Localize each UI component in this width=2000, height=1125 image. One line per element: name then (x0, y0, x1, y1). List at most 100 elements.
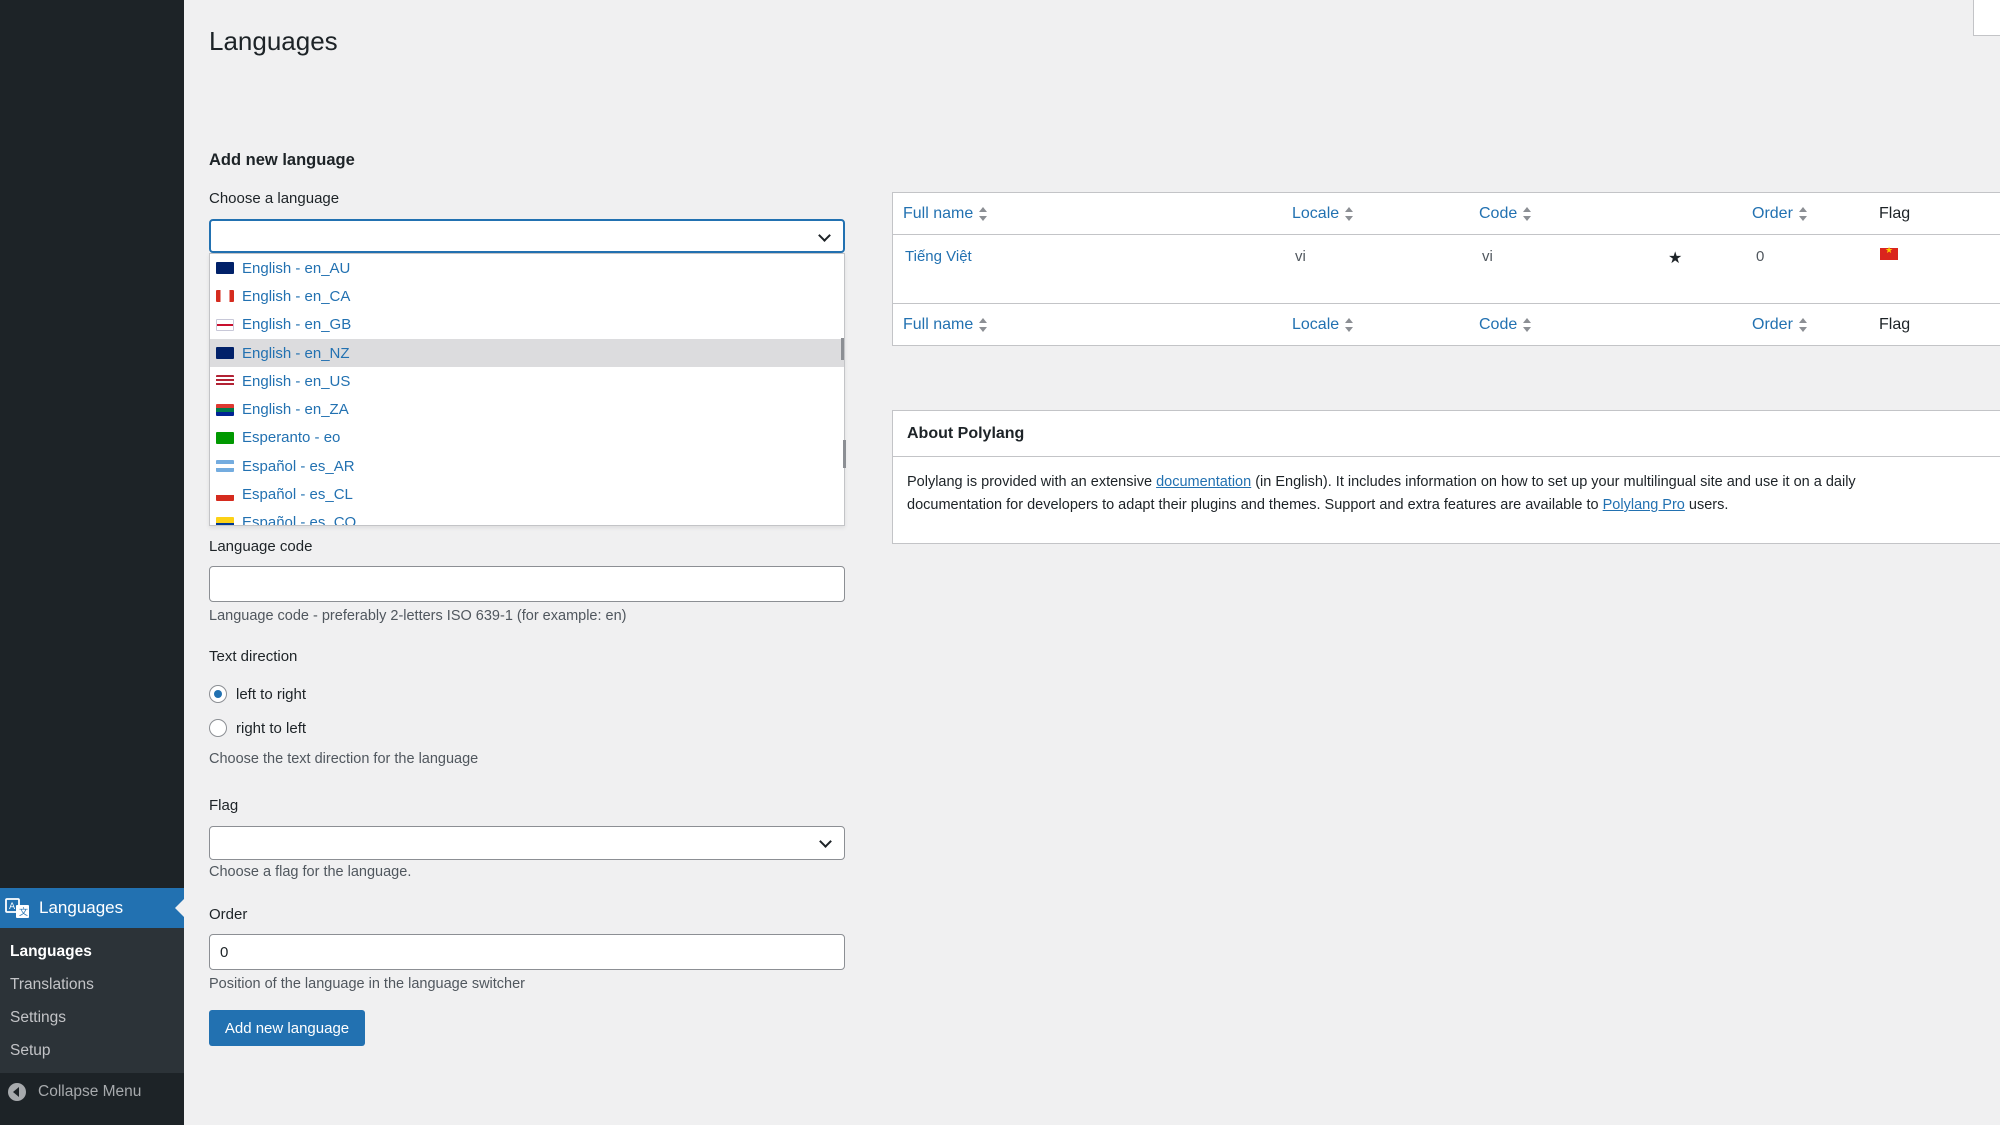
about-text: (in English). It includes information on… (1251, 474, 1856, 490)
about-text: Polylang is provided with an extensive (907, 474, 1157, 490)
submenu-translations[interactable]: Translations (10, 976, 94, 994)
flag-nz-icon (216, 347, 234, 360)
dropdown-option[interactable]: English - en_ZA (210, 395, 844, 423)
page-title: Languages (209, 26, 338, 56)
row-full-name-link[interactable]: Tiếng Việt (905, 248, 972, 265)
col-full-name[interactable]: Full name (903, 205, 988, 223)
option-label: Español - es_CO (242, 514, 357, 526)
flag-co-icon (216, 516, 234, 525)
flag-ca-icon (216, 290, 234, 303)
submenu-setup[interactable]: Setup (10, 1042, 51, 1060)
option-label: Esperanto - eo (242, 429, 341, 447)
flag-cl-icon (216, 488, 234, 501)
flag-vn-icon (1880, 245, 1898, 260)
option-label: English - en_GB (242, 316, 352, 334)
radio-rtl[interactable] (209, 719, 227, 737)
dropdown-option[interactable]: English - en_US (210, 367, 844, 395)
language-dropdown-list: English - en_AU English - en_CA English … (209, 253, 845, 526)
sort-icon (979, 207, 988, 221)
polylang-pro-link[interactable]: Polylang Pro (1603, 497, 1685, 513)
submenu-settings[interactable]: Settings (10, 1009, 66, 1027)
text-direction-label: Text direction (209, 648, 298, 665)
option-label: English - en_CA (242, 287, 351, 305)
sort-icon (1345, 318, 1354, 332)
col-label: Code (1479, 205, 1518, 222)
radio-ltr-label: left to right (236, 685, 307, 703)
flag-eo-icon (216, 431, 234, 444)
col-order[interactable]: Order (1752, 205, 1807, 223)
about-line-1: Polylang is provided with an extensive d… (907, 471, 2000, 494)
languages-table: Full name Locale Code Order Flag Tiếng V… (892, 192, 2000, 346)
screen-options-tab[interactable] (1973, 0, 2000, 36)
add-language-heading: Add new language (209, 151, 355, 169)
dropdown-option[interactable]: Español - es_CL (210, 480, 844, 508)
col-locale[interactable]: Locale (1292, 316, 1354, 334)
flag-us-icon (216, 375, 234, 388)
dropdown-option[interactable]: English - en_AU (210, 254, 844, 282)
row-locale: vi (1295, 248, 1306, 265)
col-label: Full name (903, 316, 974, 333)
svg-text:文: 文 (19, 906, 28, 918)
about-text: documentation for developers to adapt th… (907, 497, 1603, 513)
flag-description: Choose a flag for the language. (209, 864, 412, 880)
language-code-description: Language code - preferably 2-letters ISO… (209, 608, 627, 624)
sort-icon (1345, 207, 1354, 221)
chevron-down-icon (819, 835, 832, 848)
current-menu-arrow (175, 899, 184, 917)
sort-icon (1523, 207, 1532, 221)
col-order[interactable]: Order (1752, 316, 1807, 334)
flag-au-icon (216, 262, 234, 275)
option-label: English - en_ZA (242, 401, 349, 419)
col-code[interactable]: Code (1479, 316, 1532, 334)
choose-language-select[interactable] (209, 219, 845, 253)
dropdown-option-highlighted[interactable]: English - en_NZ (210, 338, 844, 368)
about-line-2: documentation for developers to adapt th… (907, 494, 2000, 517)
sidebar-item-languages[interactable]: A 文 Languages (0, 888, 184, 928)
col-flag: Flag (1879, 316, 1911, 333)
documentation-link[interactable]: documentation (1156, 474, 1251, 490)
translation-icon: A 文 (5, 897, 31, 919)
sort-icon (979, 318, 988, 332)
order-description: Position of the language in the language… (209, 976, 525, 992)
sidebar-submenu: Languages Translations Settings Setup (0, 928, 184, 1073)
default-language-star-icon[interactable]: ★ (1668, 248, 1682, 268)
direction-rtl-option[interactable]: right to left (209, 719, 306, 737)
dropdown-option[interactable]: Español - es_AR (210, 452, 844, 480)
dropdown-option[interactable]: English - en_GB (210, 311, 844, 339)
flag-ar-icon (216, 460, 234, 473)
dropdown-option[interactable]: English - en_CA (210, 282, 844, 310)
about-body: Polylang is provided with an extensive d… (893, 457, 2000, 531)
chevron-down-icon (818, 229, 831, 242)
col-label: Full name (903, 205, 974, 222)
col-label: Order (1752, 205, 1793, 222)
col-label: Order (1752, 316, 1793, 333)
about-title: About Polylang (893, 411, 2000, 457)
col-label: Locale (1292, 205, 1340, 222)
radio-rtl-label: right to left (236, 719, 307, 737)
flag-gb-icon (216, 318, 234, 331)
radio-ltr[interactable] (209, 685, 227, 703)
direction-ltr-option[interactable]: left to right (209, 685, 306, 703)
col-locale[interactable]: Locale (1292, 205, 1354, 223)
collapse-label: Collapse Menu (38, 1083, 142, 1100)
about-polylang-box: About Polylang Polylang is provided with… (892, 410, 2000, 544)
svg-text:A: A (9, 902, 16, 912)
row-order: 0 (1756, 248, 1765, 265)
dropdown-scrollbar-thumb[interactable] (843, 440, 846, 468)
dropdown-scrollbar[interactable] (841, 338, 844, 360)
col-full-name[interactable]: Full name (903, 316, 988, 334)
flag-label: Flag (209, 797, 239, 814)
language-code-input[interactable] (209, 566, 845, 602)
dropdown-option[interactable]: Español - es_CO (210, 509, 844, 526)
flag-select[interactable] (209, 826, 845, 860)
sidebar-item-label: Languages (39, 898, 124, 917)
collapse-menu-button[interactable]: Collapse Menu (8, 1083, 141, 1101)
order-input[interactable] (209, 934, 845, 970)
add-new-language-button[interactable]: Add new language (209, 1010, 365, 1046)
option-label: English - en_AU (242, 259, 351, 277)
submenu-languages[interactable]: Languages (10, 943, 92, 961)
sort-icon (1798, 318, 1807, 332)
col-code[interactable]: Code (1479, 205, 1532, 223)
dropdown-option[interactable]: Esperanto - eo (210, 424, 844, 452)
option-label: English - en_US (242, 372, 351, 390)
